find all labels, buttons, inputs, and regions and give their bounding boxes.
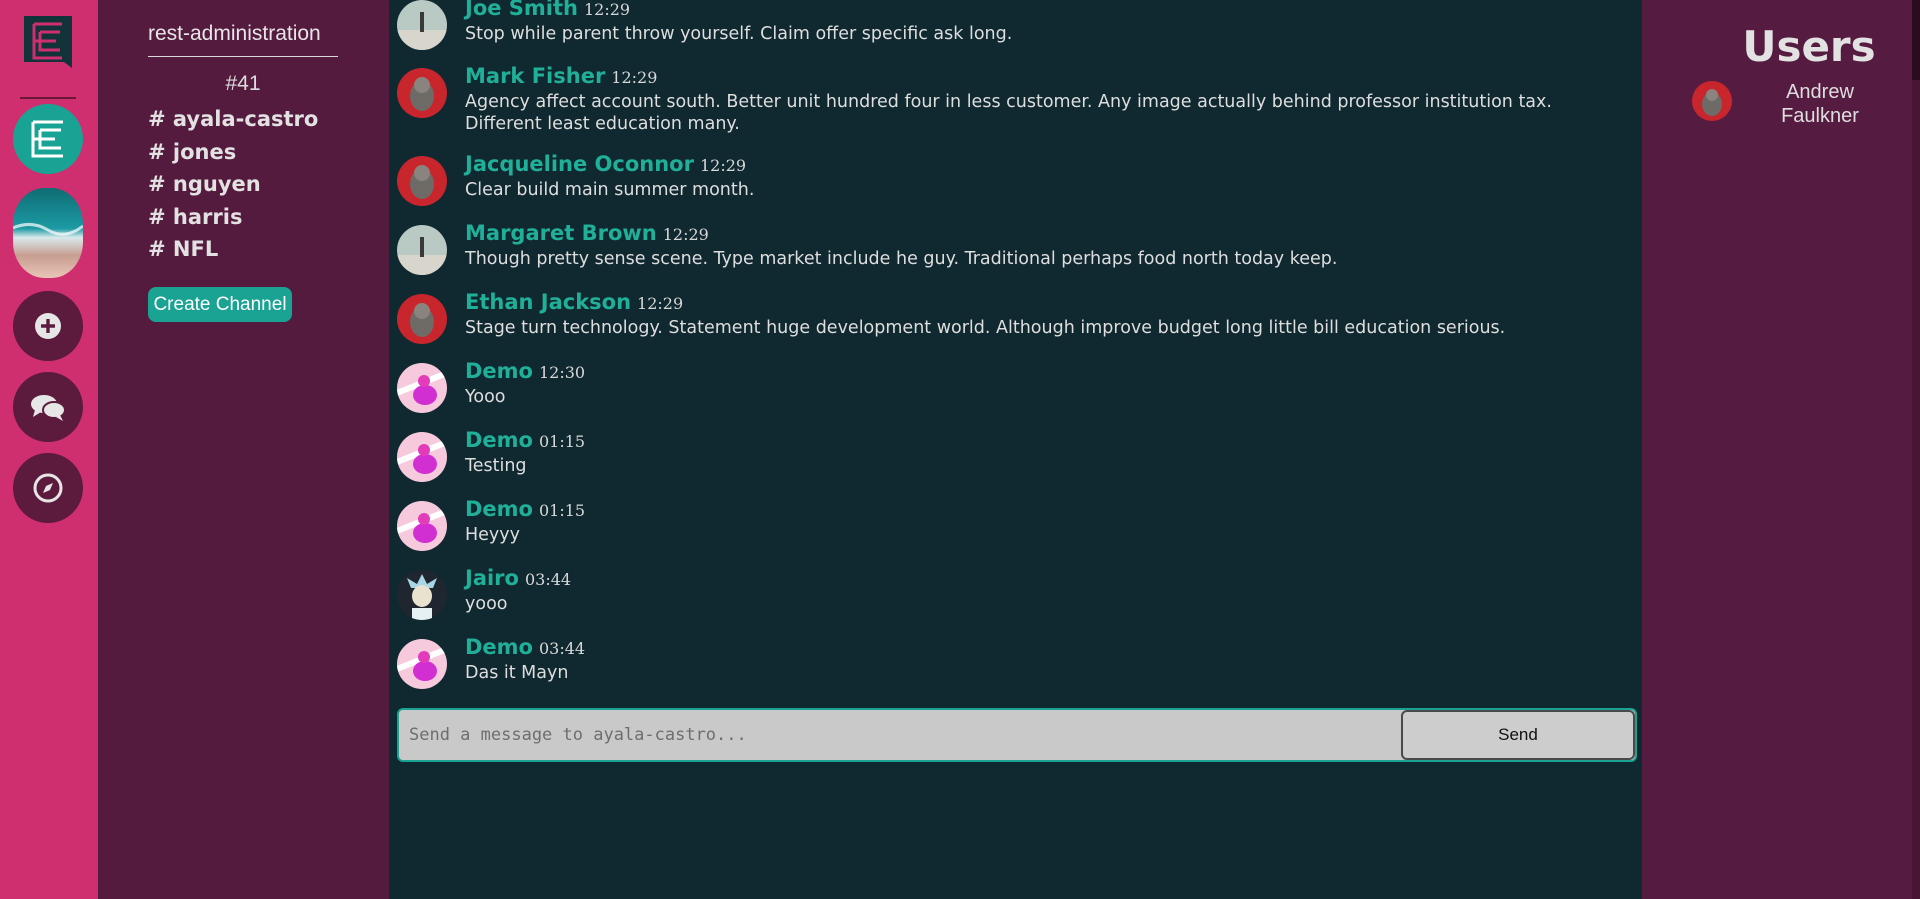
- user-name: Andrew Faulkner: [1781, 81, 1859, 127]
- avatar[interactable]: [397, 501, 447, 551]
- server-rail: [0, 0, 98, 899]
- server-wave-image[interactable]: [13, 188, 83, 278]
- message-author[interactable]: Jacqueline Oconnor: [465, 152, 694, 176]
- message-time: 03:44: [538, 639, 586, 658]
- channel-list: # ayala-castro # jones # nguyen # harris…: [148, 106, 318, 269]
- server-e-icon[interactable]: [13, 104, 83, 174]
- message-text: yooo: [465, 594, 508, 614]
- avatar[interactable]: [397, 639, 447, 689]
- message-text: Testing: [465, 456, 527, 476]
- message-time: 01:15: [538, 501, 586, 520]
- avatar[interactable]: [1692, 81, 1732, 121]
- channel-item-jones[interactable]: # jones: [148, 139, 318, 172]
- rail-divider: [20, 97, 76, 99]
- message-text: Though pretty sense scene. Type market i…: [465, 249, 1338, 269]
- avatar[interactable]: [397, 294, 447, 344]
- message-time: 12:29: [611, 68, 658, 87]
- message-time: 12:29: [637, 294, 684, 313]
- chat-bubbles-icon[interactable]: [13, 372, 83, 442]
- message-time: 12:29: [584, 0, 631, 19]
- channel-sidebar: rest-administration #41 # ayala-castro #…: [98, 0, 389, 899]
- message-author[interactable]: Ethan Jackson: [465, 290, 631, 314]
- message-text: Clear build main summer month.: [465, 180, 755, 200]
- server-id: #41: [225, 72, 261, 95]
- message-author[interactable]: Joe Smith: [465, 0, 578, 20]
- users-panel: Users Andrew Faulkner: [1642, 0, 1920, 899]
- message-author[interactable]: Demo: [465, 497, 533, 521]
- avatar[interactable]: [397, 570, 447, 620]
- message-time: 12:29: [662, 225, 709, 244]
- send-button[interactable]: Send: [1401, 710, 1635, 760]
- message-author[interactable]: Demo: [465, 428, 533, 452]
- channel-item-nfl[interactable]: # NFL: [148, 236, 318, 269]
- avatar[interactable]: [397, 225, 447, 275]
- message-author[interactable]: Mark Fisher: [465, 64, 605, 88]
- message-text: Das it Mayn: [465, 663, 569, 683]
- message-composer: Send: [397, 708, 1637, 762]
- message-author[interactable]: Jairo: [465, 566, 519, 590]
- app-logo-icon[interactable]: [20, 12, 76, 76]
- avatar[interactable]: [397, 363, 447, 413]
- channel-item-ayala-castro[interactable]: # ayala-castro: [148, 106, 318, 139]
- users-title: Users: [1742, 22, 1876, 71]
- avatar[interactable]: [397, 68, 447, 118]
- chat-area: Joe Smith 12:29 Stop while parent throw y…: [389, 0, 1642, 899]
- avatar[interactable]: [397, 156, 447, 206]
- scrollbar[interactable]: [1912, 0, 1920, 899]
- add-server-icon[interactable]: [13, 291, 83, 361]
- channel-item-nguyen[interactable]: # nguyen: [148, 171, 318, 204]
- compass-icon[interactable]: [13, 453, 83, 523]
- message-time: 01:15: [538, 432, 586, 451]
- message-text: Stop while parent throw yourself. Claim …: [465, 24, 1013, 44]
- avatar[interactable]: [397, 0, 447, 50]
- server-name: rest-administration: [148, 22, 338, 57]
- message-time: 03:44: [524, 570, 572, 589]
- avatar[interactable]: [397, 432, 447, 482]
- message-author[interactable]: Margaret Brown: [465, 221, 657, 245]
- message-author[interactable]: Demo: [465, 635, 533, 659]
- channel-item-harris[interactable]: # harris: [148, 204, 318, 237]
- message-input[interactable]: [399, 710, 1399, 760]
- scrollbar-thumb[interactable]: [1912, 0, 1920, 80]
- message-author[interactable]: Demo: [465, 359, 533, 383]
- message-text: Stage turn technology. Statement huge de…: [465, 318, 1506, 338]
- create-channel-button[interactable]: Create Channel: [148, 287, 292, 322]
- message-text: Agency affect account south. Better unit…: [465, 92, 1552, 134]
- message-text: Yooo: [465, 387, 506, 407]
- user-item[interactable]: Andrew Faulkner: [1692, 80, 1892, 130]
- message-text: Heyyy: [465, 525, 520, 545]
- message-time: 12:29: [699, 156, 747, 175]
- message-time: 12:30: [538, 363, 586, 382]
